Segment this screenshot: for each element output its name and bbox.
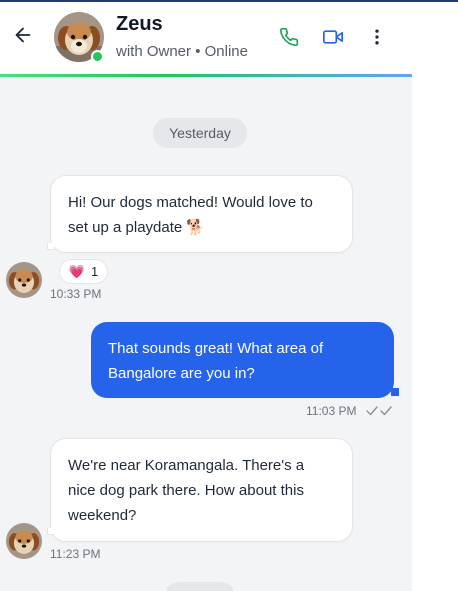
sender-avatar[interactable]	[6, 523, 42, 559]
message-text-line: Bangalore are you in?	[108, 365, 255, 382]
bubble-tail	[47, 243, 54, 250]
message-text-line: That sounds great! What area of	[108, 340, 324, 357]
reaction-count: 1	[90, 264, 99, 279]
bubble-tail	[391, 388, 399, 396]
heart-icon: 💗	[68, 263, 85, 279]
date-divider-partial	[166, 582, 234, 591]
call-button[interactable]	[277, 25, 301, 49]
message-bubble-incoming[interactable]: We're near Koramangala. There's a nice d…	[50, 438, 353, 542]
message-bubble-outgoing[interactable]: That sounds great! What area of Bangalor…	[91, 322, 394, 398]
message-timestamp: 11:03 PM	[306, 404, 357, 418]
message-text-line: weekend?	[68, 507, 137, 524]
message-timestamp: 10:33 PM	[50, 287, 102, 301]
video-call-button[interactable]	[321, 25, 345, 49]
online-indicator	[91, 50, 104, 63]
bubble-tail	[47, 528, 54, 535]
reaction-badge[interactable]: 💗 1	[59, 259, 108, 284]
arrow-left-icon	[15, 27, 31, 43]
dog-avatar-image	[6, 523, 42, 559]
more-vertical-icon	[375, 29, 379, 45]
chat-header: Zeus with Owner • Online	[0, 2, 412, 74]
sender-avatar[interactable]	[6, 262, 42, 298]
message-bubble-incoming[interactable]: Hi! Our dogs matched! Would love to set …	[50, 175, 353, 253]
double-check-icon	[366, 406, 392, 416]
message-text-line: Hi! Our dogs matched! Would love to	[68, 194, 313, 211]
chat-app: Zeus with Owner • Online Yesterday Hi! O…	[0, 2, 412, 591]
right-pane	[412, 2, 458, 591]
more-options-button[interactable]	[365, 25, 389, 49]
back-button[interactable]	[12, 24, 34, 46]
video-icon	[323, 30, 343, 44]
contact-name: Zeus	[116, 13, 163, 35]
dog-avatar-image	[6, 262, 42, 298]
message-text-line: We're near Koramangala. There's a	[68, 457, 305, 474]
phone-icon	[279, 27, 299, 47]
message-text-line: set up a playdate 🐕	[68, 219, 206, 236]
contact-status: with Owner • Online	[116, 43, 248, 60]
message-text-line: nice dog park there. How about this	[68, 482, 304, 499]
message-timestamp: 11:23 PM	[50, 547, 101, 561]
header-accent-bar	[0, 74, 412, 77]
date-divider: Yesterday	[153, 118, 247, 148]
